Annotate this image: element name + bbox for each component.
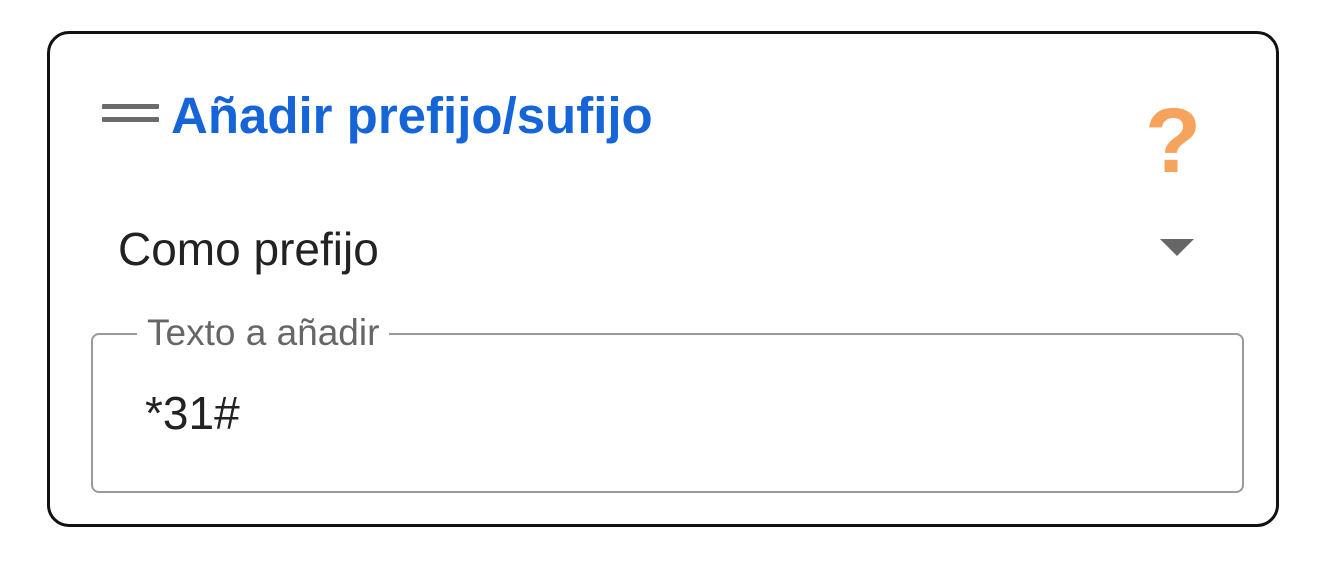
text-to-add-label: Texto a añadir <box>137 311 390 355</box>
drag-handle-bar <box>102 104 159 109</box>
panel-title: Añadir prefijo/sufijo <box>171 87 653 144</box>
drag-handle-bar <box>102 117 159 122</box>
mode-select[interactable]: Como prefijo <box>112 214 1202 284</box>
drag-handle-icon[interactable] <box>102 104 159 124</box>
text-to-add-input[interactable] <box>145 383 1205 443</box>
chevron-down-icon[interactable] <box>1160 239 1194 256</box>
text-to-add-field[interactable]: Texto a añadir <box>91 311 1244 493</box>
mode-select-value: Como prefijo <box>118 223 379 275</box>
prefix-suffix-panel: Añadir prefijo/sufijo ? Como prefijo Tex… <box>47 31 1279 527</box>
help-icon[interactable]: ? <box>1138 95 1208 187</box>
